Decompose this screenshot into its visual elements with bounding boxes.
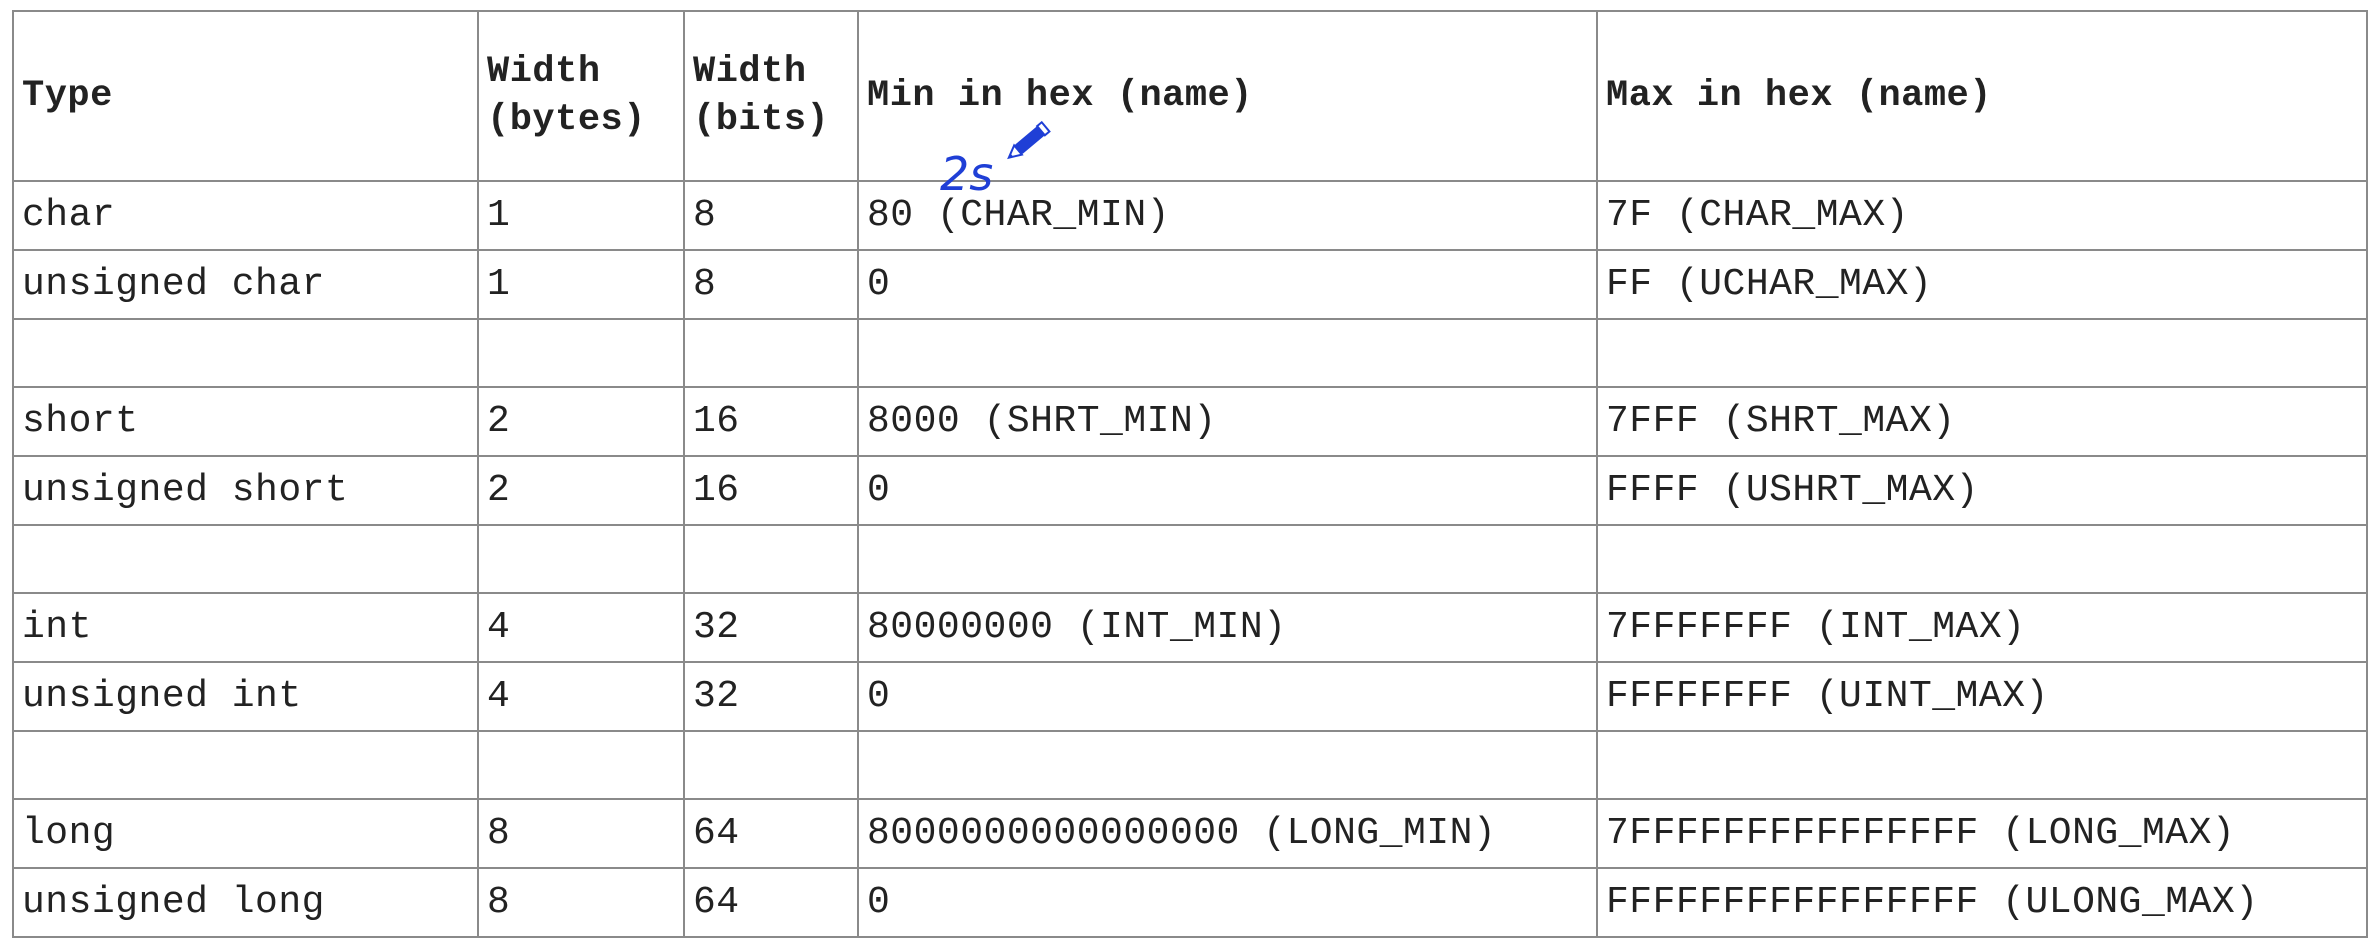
cell-type: unsigned char [12, 249, 479, 320]
cell-width-bits: 64 [683, 867, 859, 938]
cell-width-bits: 16 [683, 386, 859, 457]
header-max-hex: Max in hex (name) [1596, 10, 2368, 182]
spacer-row [12, 730, 2368, 800]
table-row: int 4 32 80000000 (INT_MIN) 7FFFFFFF (IN… [12, 592, 2368, 663]
cell-min: 0 [857, 661, 1598, 732]
cell-width-bits: 16 [683, 455, 859, 526]
cell-max: FF (UCHAR_MAX) [1596, 249, 2368, 320]
cell-max: 7FFFFFFFFFFFFFFF (LONG_MAX) [1596, 798, 2368, 869]
cell-type: int [12, 592, 479, 663]
cell-min: 0 [857, 249, 1598, 320]
cell-max: FFFF (USHRT_MAX) [1596, 455, 2368, 526]
cell-type: short [12, 386, 479, 457]
cell-width-bytes: 8 [477, 867, 685, 938]
cell-max: FFFFFFFFFFFFFFFF (ULONG_MAX) [1596, 867, 2368, 938]
table-row: long 8 64 8000000000000000 (LONG_MIN) 7F… [12, 798, 2368, 869]
header-width-bytes: Width (bytes) [477, 10, 685, 182]
cell-width-bits: 32 [683, 661, 859, 732]
spacer-row [12, 524, 2368, 594]
cell-width-bits: 8 [683, 180, 859, 251]
handwritten-annotation: 2s [940, 120, 1051, 201]
header-row: Type Width (bytes) Width (bits) Min in h… [12, 10, 2368, 182]
cell-width-bytes: 1 [477, 180, 685, 251]
cell-width-bytes: 8 [477, 798, 685, 869]
cell-width-bytes: 4 [477, 592, 685, 663]
table-row: unsigned int 4 32 0 FFFFFFFF (UINT_MAX) [12, 661, 2368, 732]
cell-type: long [12, 798, 479, 869]
pencil-icon [1007, 120, 1051, 160]
table-row: unsigned char 1 8 0 FF (UCHAR_MAX) [12, 249, 2368, 320]
cell-type: unsigned long [12, 867, 479, 938]
header-width-bits: Width (bits) [683, 10, 859, 182]
cell-max: 7FFF (SHRT_MAX) [1596, 386, 2368, 457]
cell-min: 80000000 (INT_MIN) [857, 592, 1598, 663]
cell-min: 0 [857, 867, 1598, 938]
table-row: char 1 8 80 (CHAR_MIN) 7F (CHAR_MAX) [12, 180, 2368, 251]
integer-limits-table: Type Width (bytes) Width (bits) Min in h… [12, 10, 2368, 938]
cell-min: 8000000000000000 (LONG_MIN) [857, 798, 1598, 869]
cell-type: unsigned short [12, 455, 479, 526]
cell-width-bits: 64 [683, 798, 859, 869]
header-type: Type [12, 10, 479, 182]
cell-max: FFFFFFFF (UINT_MAX) [1596, 661, 2368, 732]
cell-width-bytes: 2 [477, 455, 685, 526]
cell-max: 7F (CHAR_MAX) [1596, 180, 2368, 251]
spacer-row [12, 318, 2368, 388]
cell-min: 0 [857, 455, 1598, 526]
cell-width-bytes: 4 [477, 661, 685, 732]
cell-width-bytes: 1 [477, 249, 685, 320]
annotation-text: 2s [940, 147, 993, 201]
table-row: unsigned long 8 64 0 FFFFFFFFFFFFFFFF (U… [12, 867, 2368, 938]
cell-width-bytes: 2 [477, 386, 685, 457]
table-row: short 2 16 8000 (SHRT_MIN) 7FFF (SHRT_MA… [12, 386, 2368, 457]
cell-type: char [12, 180, 479, 251]
cell-width-bits: 32 [683, 592, 859, 663]
cell-min: 8000 (SHRT_MIN) [857, 386, 1598, 457]
cell-max: 7FFFFFFF (INT_MAX) [1596, 592, 2368, 663]
cell-width-bits: 8 [683, 249, 859, 320]
table-row: unsigned short 2 16 0 FFFF (USHRT_MAX) [12, 455, 2368, 526]
cell-type: unsigned int [12, 661, 479, 732]
